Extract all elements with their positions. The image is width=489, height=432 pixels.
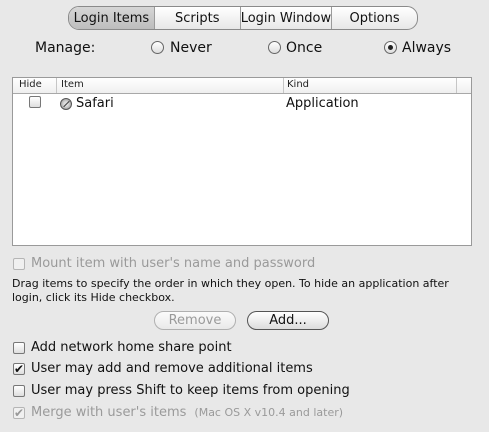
- tab-bar: Login Items Scripts Login Window Options: [68, 6, 418, 30]
- merge-note: (Mac OS X v10.4 and later): [194, 406, 344, 419]
- add-button[interactable]: Add...: [247, 311, 329, 330]
- tab-options[interactable]: Options: [331, 7, 417, 29]
- tab-scripts[interactable]: Scripts: [153, 7, 240, 29]
- merge-label: Merge with user's items: [31, 405, 187, 420]
- option-shift[interactable]: User may press Shift to keep items from …: [13, 383, 350, 398]
- radio-once-button[interactable]: [268, 41, 281, 54]
- radio-once[interactable]: [268, 41, 281, 54]
- mount-label: Mount item with user's name and password: [31, 256, 316, 271]
- radio-once-label[interactable]: Once: [286, 40, 322, 56]
- radio-never-label[interactable]: Never: [170, 40, 212, 56]
- table-row[interactable]: Safari Application: [13, 94, 471, 112]
- merge-option[interactable]: ✔ Merge with user's items (Mac OS X v10.…: [13, 405, 343, 420]
- column-hide[interactable]: Hide: [19, 79, 42, 90]
- option-add-remove-label: User may add and remove additional items: [31, 361, 313, 376]
- option-add-remove[interactable]: ✔ User may add and remove additional ite…: [13, 361, 313, 376]
- manage-label: Manage:: [35, 40, 96, 56]
- remove-button[interactable]: Remove: [154, 311, 236, 330]
- option-shift-label: User may press Shift to keep items from …: [31, 383, 350, 398]
- tab-login-window[interactable]: Login Window: [239, 7, 331, 29]
- safari-icon: [60, 98, 72, 110]
- radio-always-label[interactable]: Always: [402, 40, 451, 56]
- item-kind: Application: [286, 96, 359, 111]
- radio-always[interactable]: [384, 41, 397, 54]
- option-add-remove-checkbox[interactable]: ✔: [13, 362, 25, 375]
- option-shift-checkbox[interactable]: [13, 384, 25, 397]
- item-name: Safari: [76, 96, 114, 111]
- tab-login-items[interactable]: Login Items: [69, 7, 154, 29]
- mount-option[interactable]: Mount item with user's name and password: [13, 256, 315, 271]
- hide-checkbox[interactable]: [29, 96, 41, 108]
- option-network-home-checkbox[interactable]: [13, 341, 25, 354]
- mount-checkbox[interactable]: [13, 257, 25, 270]
- table-header: Hide Item Kind: [13, 78, 471, 94]
- column-item[interactable]: Item: [61, 79, 84, 90]
- radio-never-button[interactable]: [151, 41, 164, 54]
- login-items-table[interactable]: Hide Item Kind Safari Application: [12, 77, 472, 246]
- column-kind[interactable]: Kind: [287, 79, 309, 90]
- radio-always-button[interactable]: [384, 41, 397, 54]
- merge-checkbox[interactable]: ✔: [13, 406, 25, 419]
- radio-never[interactable]: [151, 41, 164, 54]
- option-network-home-label: Add network home share point: [31, 340, 232, 355]
- help-text: Drag items to specify the order in which…: [12, 277, 449, 304]
- option-network-home[interactable]: Add network home share point: [13, 340, 232, 355]
